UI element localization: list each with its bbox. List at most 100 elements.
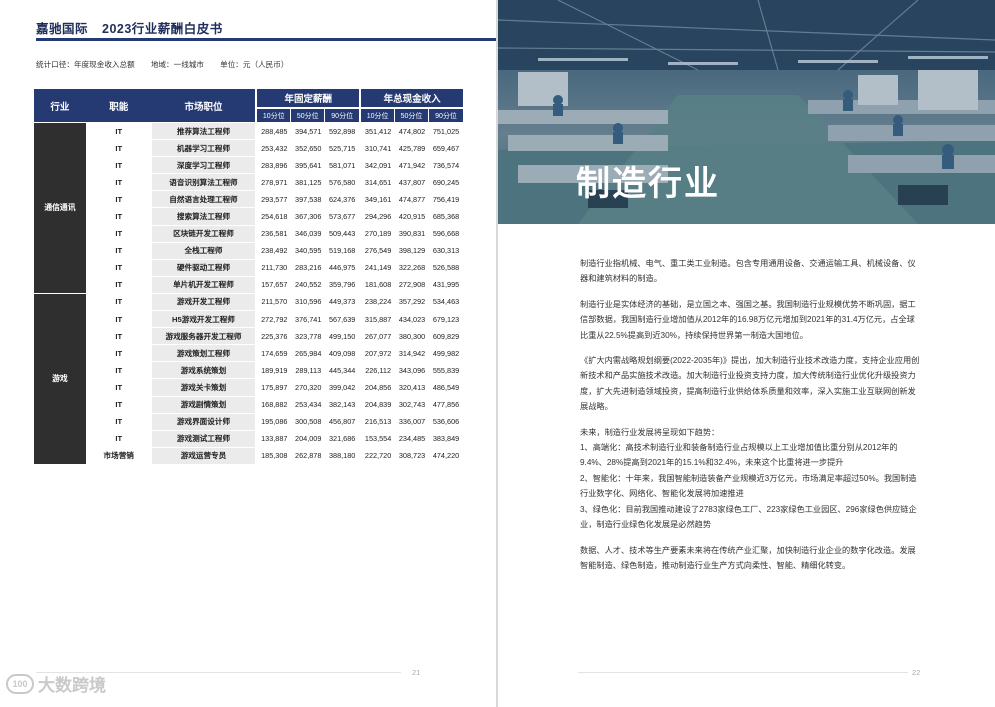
total-p90-cell: 679,123 <box>429 311 463 328</box>
total-p50-cell: 322,268 <box>395 259 430 276</box>
total-p50-cell: 434,023 <box>395 311 430 328</box>
fixed-p90-cell: 382,143 <box>325 396 360 413</box>
trend-item: 2、智能化：十年来，我国智能制造装备产业规模近3万亿元，市场满足率超过50%。我… <box>580 473 917 499</box>
total-p50-cell: 336,007 <box>395 413 430 430</box>
fixed-p10-cell: 254,618 <box>257 208 292 225</box>
function-cell: IT <box>85 362 152 379</box>
table-row: IT 语音识别算法工程师 278,971 381,125 576,580 314,651 4… <box>34 174 463 191</box>
left-page: 嘉驰国际 2023行业薪酬白皮书 统计口径：年度现金收入总额 地域：一线城市 单… <box>0 0 497 707</box>
function-cell: IT <box>85 379 152 396</box>
position-cell: 硬件驱动工程师 <box>151 259 256 276</box>
total-p50-cell: 357,292 <box>395 293 430 311</box>
right-page: 制造行业 制造行业指机械、电气、重工类工业制造。包含专用通用设备、交通运输工具、… <box>498 0 995 707</box>
total-p90-cell: 685,368 <box>429 208 463 225</box>
header-industry: 行业 <box>34 89 86 122</box>
function-cell: IT <box>85 430 152 447</box>
trend-item: 3、绿色化：目前我国推动建设了2783家绿色工厂、223家绿色工业园区、296家… <box>580 504 917 530</box>
fixed-p90-cell: 581,071 <box>325 157 360 174</box>
fixed-p90-cell: 409,098 <box>325 345 360 362</box>
function-cell: IT <box>85 140 152 157</box>
fixed-p50-cell: 265,984 <box>291 345 326 362</box>
trend-item: 1、高端化：高技术制造行业和装备制造行业占规模以上工业增加值比重分别从2012年… <box>580 443 898 468</box>
position-cell: 游戏关卡策划 <box>151 379 256 396</box>
fixed-p50-cell: 352,650 <box>291 140 326 157</box>
function-cell: IT <box>85 259 152 276</box>
function-cell: IT <box>85 396 152 413</box>
fixed-p50-cell: 240,552 <box>291 276 326 293</box>
header-position: 市场职位 <box>151 89 256 122</box>
trend-intro: 未来，制造行业发展将呈现如下趋势： <box>580 427 720 437</box>
fixed-p90-cell: 499,150 <box>325 328 360 345</box>
fixed-p90-cell: 399,042 <box>325 379 360 396</box>
total-p90-cell: 383,849 <box>429 430 463 447</box>
function-cell: IT <box>85 157 152 174</box>
total-p10-cell: 294,296 <box>361 208 396 225</box>
fixed-p50-cell: 397,538 <box>291 191 326 208</box>
function-cell: IT <box>85 174 152 191</box>
total-p90-cell: 477,856 <box>429 396 463 413</box>
header-function: 职能 <box>85 89 152 122</box>
paragraph: 制造行业是实体经济的基础，是立国之本、强国之基。我国制造行业规模优势不断巩固，据… <box>580 299 916 340</box>
meta-unit: 单位：元（人民币） <box>220 60 289 69</box>
position-cell: 推荐算法工程师 <box>151 123 256 140</box>
function-cell: IT <box>85 123 152 140</box>
function-cell: 市场营销 <box>85 447 152 464</box>
total-p50-cell: 474,802 <box>395 123 430 140</box>
fixed-p10-cell: 238,492 <box>257 242 292 259</box>
fixed-p10-cell: 283,896 <box>257 157 292 174</box>
total-p90-cell: 751,025 <box>429 123 463 140</box>
meta-scope: 统计口径：年度现金收入总额 <box>36 60 135 69</box>
header-total-p10: 10分位 <box>361 109 396 122</box>
function-cell: IT <box>85 208 152 225</box>
fixed-p90-cell: 519,168 <box>325 242 360 259</box>
total-p50-cell: 272,908 <box>395 276 430 293</box>
position-cell: 游戏策划工程师 <box>151 345 256 362</box>
function-cell: IT <box>85 225 152 242</box>
hero-title: 制造行业 <box>576 164 720 204</box>
total-p90-cell: 659,467 <box>429 140 463 157</box>
position-cell: 自然语言处理工程师 <box>151 191 256 208</box>
total-p50-cell: 308,723 <box>395 447 430 464</box>
total-p10-cell: 238,224 <box>361 293 396 311</box>
total-p90-cell: 596,668 <box>429 225 463 242</box>
fixed-p90-cell: 449,373 <box>325 293 360 311</box>
total-p50-cell: 437,807 <box>395 174 430 191</box>
total-p50-cell: 471,942 <box>395 157 430 174</box>
table-row: 通信通讯 IT 推荐算法工程师 288,485 394,571 592,898 351,41… <box>34 123 463 293</box>
total-p50-cell: 320,413 <box>395 379 430 396</box>
header-total-p50: 50分位 <box>395 109 430 122</box>
watermark-text: 大数跨境 <box>38 676 106 695</box>
total-p10-cell: 270,189 <box>361 225 396 242</box>
fixed-p10-cell: 211,570 <box>257 293 292 311</box>
total-p50-cell: 420,915 <box>395 208 430 225</box>
fixed-p50-cell: 376,741 <box>291 311 326 328</box>
closing-paragraph: 数据、人才、技术等生产要素未来将在传统产业汇聚，加快制造行业企业的数字化改造。发… <box>580 545 916 570</box>
total-p90-cell: 526,588 <box>429 259 463 276</box>
header-fixed-p90: 90分位 <box>325 109 360 122</box>
fixed-p10-cell: 157,657 <box>257 276 292 293</box>
position-cell: 语音识别算法工程师 <box>151 174 256 191</box>
position-cell: 单片机开发工程师 <box>151 276 256 293</box>
total-p10-cell: 153,554 <box>361 430 396 447</box>
total-p90-cell: 756,419 <box>429 191 463 208</box>
article-body: 制造行业指机械、电气、重工类工业制造。包含专用通用设备、交通运输工具、机械设备、… <box>580 256 920 583</box>
table-row: IT 游戏测试工程师 133,887 204,009 321,686 153,554 234… <box>34 430 463 447</box>
table-row: IT 游戏关卡策划 175,897 270,320 399,042 204,856 320,… <box>34 379 463 396</box>
table-row: IT 区块链开发工程师 236,581 346,039 509,443 270,189 39… <box>34 225 463 242</box>
function-cell: IT <box>85 413 152 430</box>
total-p10-cell: 267,077 <box>361 328 396 345</box>
total-p10-cell: 241,149 <box>361 259 396 276</box>
fixed-p10-cell: 272,792 <box>257 311 292 328</box>
fixed-p90-cell: 624,376 <box>325 191 360 208</box>
total-p50-cell: 302,743 <box>395 396 430 413</box>
header-total-cash: 年总现金收入 <box>361 89 463 108</box>
paragraph: 《扩大内需战略规划纲要(2022-2035年)》提出，加大制造行业技术改造力度，… <box>580 356 920 412</box>
fixed-p50-cell: 310,596 <box>291 293 326 311</box>
fixed-p90-cell: 456,807 <box>325 413 360 430</box>
fixed-p50-cell: 270,320 <box>291 379 326 396</box>
total-p10-cell: 349,161 <box>361 191 396 208</box>
fixed-p50-cell: 253,434 <box>291 396 326 413</box>
fixed-p90-cell: 573,677 <box>325 208 360 225</box>
fixed-p50-cell: 204,009 <box>291 430 326 447</box>
total-p10-cell: 216,513 <box>361 413 396 430</box>
